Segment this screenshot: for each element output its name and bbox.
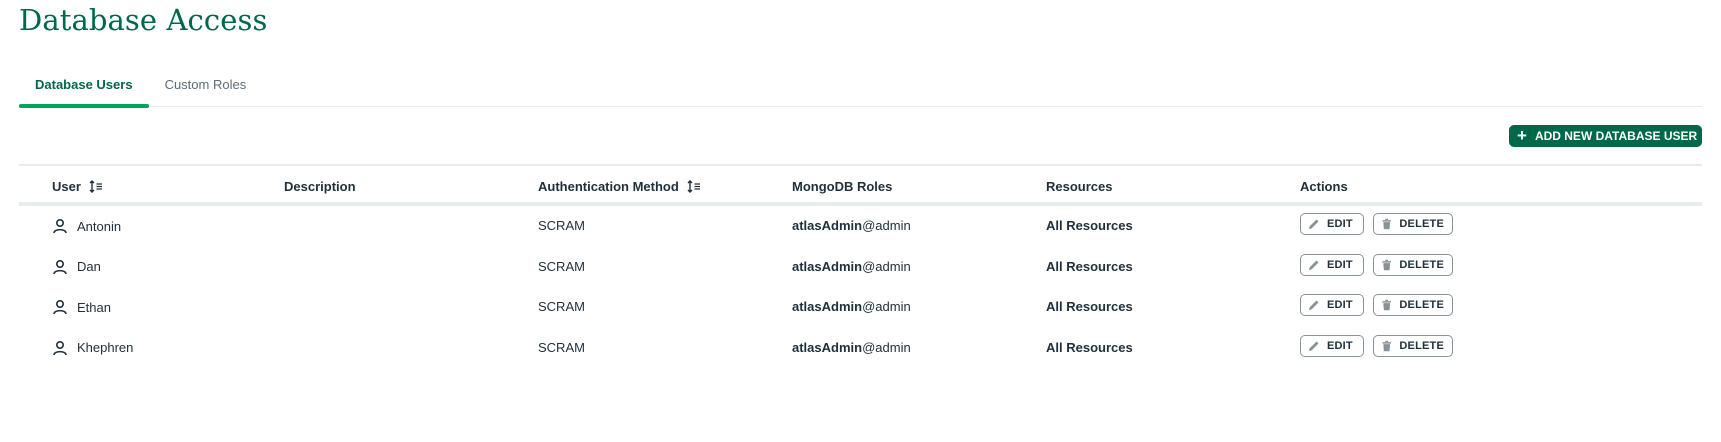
column-header-authentication-method: Authentication Method [538,179,701,194]
user-icon [53,259,67,274]
user-icon [53,299,67,315]
edit-button[interactable]: EDIT [1300,334,1364,357]
pencil-icon [1309,219,1319,229]
column-header-resources: Resources [1046,179,1113,194]
user-icon [53,218,67,234]
user-cell: Dan [52,259,101,275]
resources-cell: All Resources [1046,299,1133,314]
edit-label: EDIT [1327,258,1353,271]
edit-button[interactable]: EDIT [1300,253,1364,276]
auth-method-cell: SCRAM [538,258,585,274]
add-new-database-user-label: ADD NEW DATABASE USER [1534,129,1698,143]
role-name: atlasAdmin [792,299,863,314]
role-db: @admin [862,299,911,314]
column-header-authentication-method-label: Authentication Method [538,179,679,194]
resources-cell: All Resources [1046,339,1133,355]
table-header: User Description Authentication Method M… [19,164,1702,206]
auth-method-cell: SCRAM [538,299,585,314]
user-cell: Ethan [52,299,111,315]
resources-cell: All Resources [1046,218,1133,233]
auth-method-cell: SCRAM [538,339,585,355]
delete-label: DELETE [1399,218,1444,230]
delete-label: DELETE [1399,299,1444,311]
delete-button[interactable]: DELETE [1373,334,1453,357]
table-row: Dan SCRAM atlasAdmin @admin All Resources… [19,247,1702,288]
row-actions: EDIT DELETE [1300,334,1453,357]
column-header-user: User [52,179,103,194]
role-db: @admin [862,339,911,355]
row-actions: EDIT DELETE [1300,213,1453,235]
resources-cell: All Resources [1046,258,1133,274]
table-row: Khephren SCRAM atlasAdmin @admin All Reso… [19,328,1702,369]
column-header-mongodb-roles: MongoDB Roles [792,179,893,194]
edit-label: EDIT [1327,299,1353,311]
pencil-icon [1309,260,1319,270]
user-icon [53,340,67,355]
row-actions: EDIT DELETE [1300,294,1453,316]
role-db: @admin [862,258,911,274]
tab-bar: Database Users Custom Roles [19,68,1702,108]
user-name: Dan [77,259,101,274]
role-name: atlasAdmin [792,258,863,274]
edit-label: EDIT [1327,218,1353,230]
tab-custom-roles[interactable]: Custom Roles [149,68,263,106]
edit-button[interactable]: EDIT [1300,213,1364,235]
delete-button[interactable]: DELETE [1373,213,1453,235]
plus-icon: + [1517,126,1527,145]
role-name: atlasAdmin [792,218,863,233]
user-name: Ethan [77,299,111,315]
sort-icon[interactable] [687,180,701,193]
trash-icon [1382,218,1391,230]
user-cell: Antonin [52,218,121,234]
user-cell: Khephren [52,340,133,356]
trash-icon [1382,299,1391,311]
page-title: Database Access [19,3,268,37]
database-users-table: User Description Authentication Method M… [19,164,1702,368]
role-db: @admin [862,218,911,233]
table-row: Antonin SCRAM atlasAdmin @admin All Resou… [19,206,1702,247]
column-header-actions: Actions [1300,179,1348,194]
user-name: Antonin [77,218,122,234]
mongodb-role-cell: atlasAdmin @admin [792,218,911,233]
delete-label: DELETE [1399,339,1444,352]
delete-label: DELETE [1399,258,1444,271]
trash-icon [1382,259,1391,270]
pencil-icon [1309,341,1319,351]
delete-button[interactable]: DELETE [1373,294,1453,316]
edit-label: EDIT [1327,339,1353,352]
user-name: Khephren [77,340,134,355]
sort-icon[interactable] [89,180,103,193]
role-name: atlasAdmin [792,339,863,355]
pencil-icon [1309,300,1319,310]
column-header-description: Description [284,179,356,194]
table-row: Ethan SCRAM atlasAdmin @admin All Resourc… [19,287,1702,328]
mongodb-role-cell: atlasAdmin @admin [792,259,911,274]
add-new-database-user-button[interactable]: + ADD NEW DATABASE USER [1509,125,1702,147]
edit-button[interactable]: EDIT [1300,294,1364,316]
mongodb-role-cell: atlasAdmin @admin [792,299,911,314]
trash-icon [1382,340,1391,351]
row-actions: EDIT DELETE [1300,253,1453,276]
mongodb-role-cell: atlasAdmin @admin [792,340,911,355]
tab-database-users[interactable]: Database Users [19,68,149,108]
auth-method-cell: SCRAM [538,218,585,233]
column-header-user-label: User [52,179,81,194]
delete-button[interactable]: DELETE [1373,253,1453,276]
